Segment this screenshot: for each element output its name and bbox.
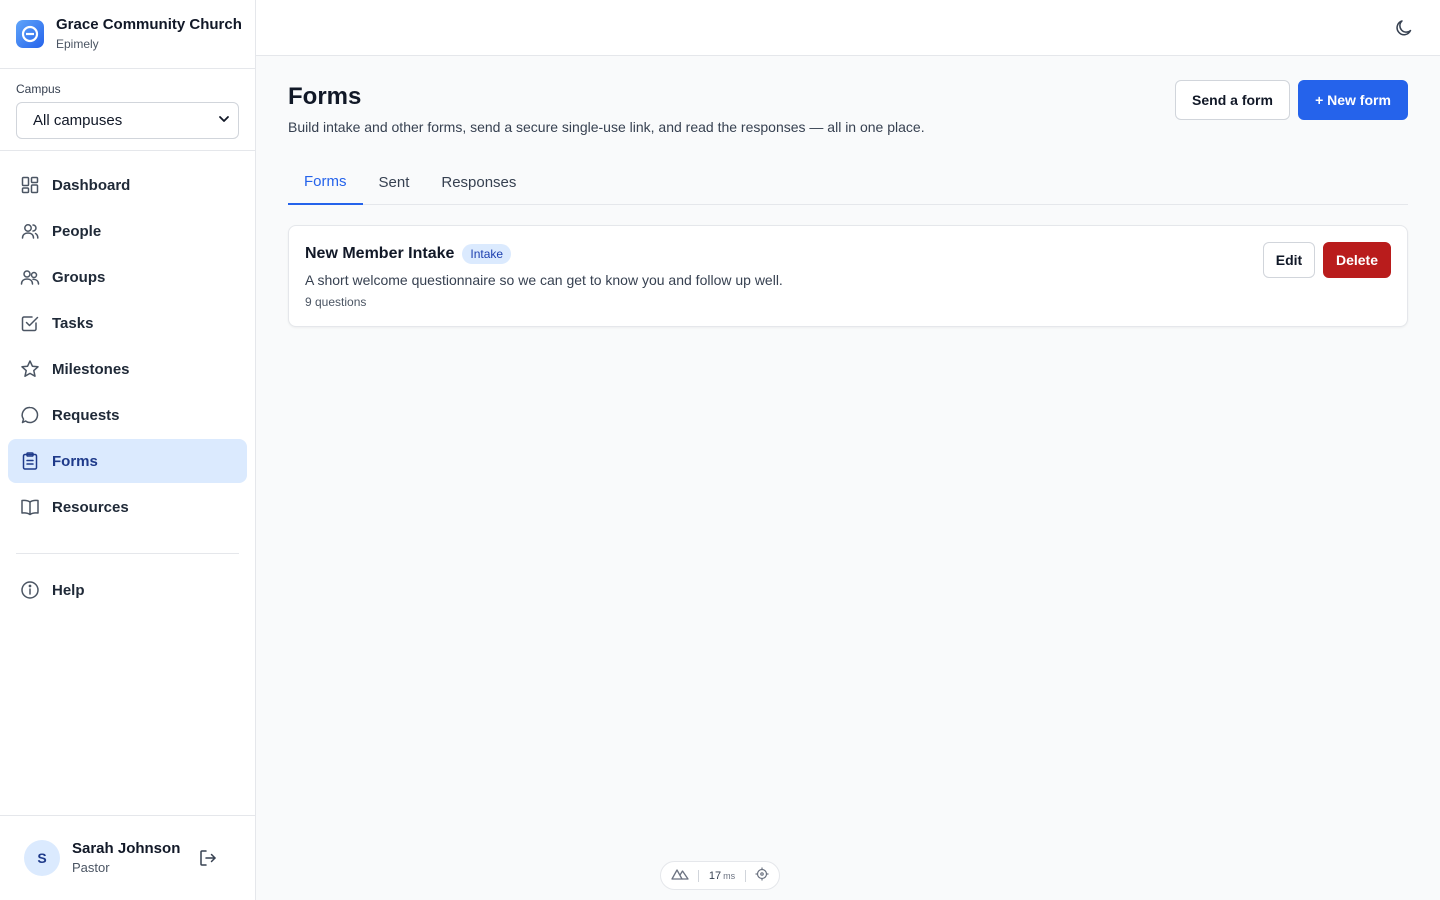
crosshair-icon: [755, 867, 769, 884]
nav-divider: [16, 553, 239, 554]
delete-form-button[interactable]: Delete: [1323, 242, 1391, 278]
sidebar-item-label: Resources: [52, 498, 129, 516]
tasks-icon: [20, 313, 40, 333]
form-question-count: 9 questions: [305, 295, 367, 309]
separator: [744, 869, 746, 882]
sidebar-item-tasks[interactable]: Tasks: [8, 301, 247, 345]
user-profile: S Sarah Johnson Pastor: [0, 815, 255, 900]
sidebar: Grace Community Church Epimely Campus Al…: [0, 0, 256, 900]
render-time-unit: ms: [723, 870, 736, 881]
sidebar-item-label: Tasks: [52, 314, 94, 332]
devtools-pill[interactable]: 17 ms: [660, 861, 780, 890]
clipboard-icon: [20, 451, 40, 471]
main-content: Forms Build intake and other forms, send…: [288, 56, 1408, 327]
sidebar-item-label: Milestones: [52, 360, 130, 378]
sidebar-item-forms[interactable]: Forms: [8, 439, 247, 483]
tabs: Forms Sent Responses: [288, 160, 1408, 205]
tab-sent[interactable]: Sent: [363, 160, 426, 204]
tab-responses[interactable]: Responses: [425, 160, 532, 204]
sidebar-item-milestones[interactable]: Milestones: [8, 347, 247, 391]
info-icon: [20, 580, 40, 600]
page-description: Build intake and other forms, send a sec…: [288, 119, 925, 135]
logout-icon[interactable]: [196, 846, 220, 870]
campus-selected-value: All campuses: [33, 112, 123, 129]
sidebar-item-label: Dashboard: [52, 176, 131, 194]
avatar[interactable]: S: [24, 840, 60, 876]
sidebar-item-people[interactable]: People: [8, 209, 247, 253]
brand-name: Grace Community Church: [56, 16, 242, 33]
form-title: New Member Intake: [305, 245, 455, 262]
user-role: Pastor: [72, 860, 110, 875]
campus-section: Campus All campuses: [0, 69, 255, 151]
render-time-value: 17: [708, 869, 722, 882]
epimely-logo-icon: [16, 20, 44, 48]
send-form-button[interactable]: Send a form: [1175, 80, 1290, 120]
sidebar-item-label: Help: [52, 581, 85, 599]
separator: [698, 869, 700, 882]
brand-subtitle: Epimely: [56, 37, 99, 51]
nuxt-logo-icon: [671, 868, 689, 883]
tab-forms[interactable]: Forms: [288, 160, 363, 205]
dashboard-icon: [20, 175, 40, 195]
user-name: Sarah Johnson: [72, 840, 181, 857]
sidebar-item-label: People: [52, 222, 102, 240]
sidebar-item-resources[interactable]: Resources: [8, 485, 247, 529]
new-form-button[interactable]: + New form: [1298, 80, 1408, 120]
sidebar-item-groups[interactable]: Groups: [8, 255, 247, 299]
chat-icon: [20, 405, 40, 425]
sidebar-item-label: Requests: [52, 406, 120, 424]
chevron-down-icon: [218, 112, 230, 129]
sidebar-item-label: Forms: [52, 452, 98, 470]
page-header: Forms Build intake and other forms, send…: [288, 56, 1408, 160]
book-icon: [20, 497, 40, 517]
form-type-badge: Intake: [462, 244, 512, 264]
sidebar-item-label: Groups: [52, 268, 106, 286]
main-nav: Dashboard People Groups Tasks Milestones: [0, 151, 255, 612]
render-time: 17 ms: [709, 870, 735, 882]
people-icon: [20, 221, 40, 241]
edit-form-button[interactable]: Edit: [1263, 242, 1315, 278]
form-card: New Member Intake Intake A short welcome…: [288, 225, 1408, 327]
sidebar-item-help[interactable]: Help: [8, 568, 247, 612]
page-title: Forms: [288, 83, 362, 110]
moon-icon[interactable]: [1394, 18, 1414, 38]
sidebar-item-requests[interactable]: Requests: [8, 393, 247, 437]
brand[interactable]: Grace Community Church Epimely: [0, 0, 255, 69]
campus-select[interactable]: All campuses: [16, 102, 239, 139]
top-bar: [256, 0, 1440, 56]
star-icon: [20, 359, 40, 379]
sidebar-item-dashboard[interactable]: Dashboard: [8, 163, 247, 207]
campus-label: Campus: [16, 82, 61, 96]
form-description: A short welcome questionnaire so we can …: [305, 272, 783, 288]
groups-icon: [20, 267, 40, 287]
